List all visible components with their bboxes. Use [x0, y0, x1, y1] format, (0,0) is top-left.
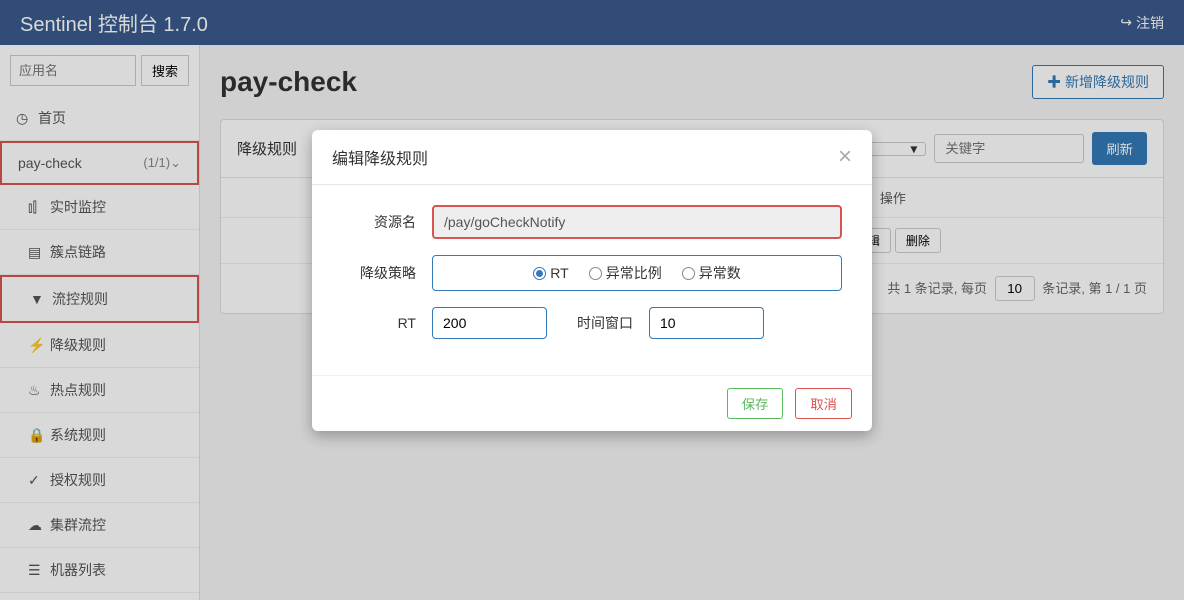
radio-icon [533, 267, 546, 280]
resource-input [432, 205, 842, 239]
modal-overlay: 编辑降级规则 × 资源名 降级策略 RT 异常比例 异常数 RT 时间窗口 [0, 0, 1184, 600]
modal-title: 编辑降级规则 [332, 145, 428, 169]
radio-count[interactable]: 异常数 [682, 263, 741, 283]
rt-label: RT [342, 315, 432, 331]
cancel-button[interactable]: 取消 [795, 388, 852, 419]
strategy-label: 降级策略 [342, 263, 432, 283]
window-label: 时间窗口 [563, 313, 633, 333]
save-button[interactable]: 保存 [727, 388, 784, 419]
window-input[interactable] [649, 307, 764, 339]
rt-input[interactable] [432, 307, 547, 339]
radio-icon [589, 267, 602, 280]
radio-rt[interactable]: RT [533, 263, 568, 283]
resource-label: 资源名 [342, 212, 432, 232]
close-icon[interactable]: × [838, 145, 852, 169]
edit-rule-modal: 编辑降级规则 × 资源名 降级策略 RT 异常比例 异常数 RT 时间窗口 [312, 130, 872, 431]
radio-icon [682, 267, 695, 280]
strategy-radio-group: RT 异常比例 异常数 [432, 255, 842, 291]
radio-ratio[interactable]: 异常比例 [589, 263, 662, 283]
